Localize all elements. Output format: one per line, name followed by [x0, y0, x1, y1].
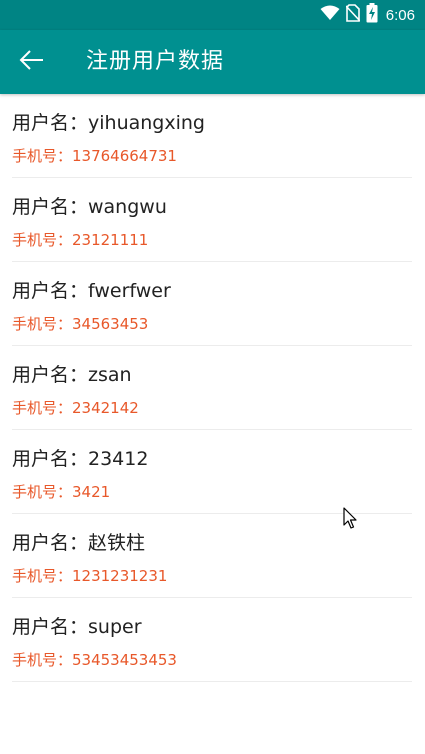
user-phone: 手机号：23121111 — [12, 231, 149, 249]
user-name: 用户名：fwerfwer — [12, 280, 171, 302]
list-item[interactable]: 用户名：super 手机号：53453453453 — [12, 598, 412, 682]
app-bar: 注册用户数据 — [0, 30, 425, 94]
user-name: 用户名：赵铁柱 — [12, 532, 146, 554]
back-button[interactable] — [10, 40, 54, 84]
list-item[interactable]: 用户名：zsan 手机号：2342142 — [12, 346, 412, 430]
status-icons: 6:06 — [320, 0, 415, 30]
user-name: 用户名：wangwu — [12, 196, 167, 218]
page-title: 注册用户数据 — [86, 49, 225, 74]
user-name: 用户名：yihuangxing — [12, 112, 205, 134]
user-name: 用户名：23412 — [12, 448, 149, 470]
user-phone: 手机号：2342142 — [12, 399, 139, 417]
battery-charging-icon — [366, 3, 378, 27]
list-item[interactable]: 用户名：23412 手机号：3421 — [12, 430, 412, 514]
list-item[interactable]: 用户名：wangwu 手机号：23121111 — [12, 178, 412, 262]
user-phone: 手机号：3421 — [12, 483, 111, 501]
user-phone: 手机号：13764664731 — [12, 147, 177, 165]
status-bar: 6:06 — [0, 0, 425, 30]
user-name: 用户名：super — [12, 616, 142, 638]
list-item[interactable]: 用户名：fwerfwer 手机号：34563453 — [12, 262, 412, 346]
mouse-pointer-icon — [343, 507, 359, 531]
user-name: 用户名：zsan — [12, 364, 132, 386]
no-sim-icon — [345, 4, 361, 26]
status-time: 6:06 — [385, 6, 415, 24]
list-item[interactable]: 用户名：yihuangxing 手机号：13764664731 — [12, 94, 412, 178]
user-phone: 手机号：34563453 — [12, 315, 149, 333]
user-phone: 手机号：1231231231 — [12, 567, 168, 585]
wifi-icon — [320, 5, 340, 25]
user-list[interactable]: 用户名：yihuangxing 手机号：13764664731 用户名：wang… — [12, 94, 412, 682]
arrow-left-icon — [19, 49, 45, 75]
user-phone: 手机号：53453453453 — [12, 651, 177, 669]
